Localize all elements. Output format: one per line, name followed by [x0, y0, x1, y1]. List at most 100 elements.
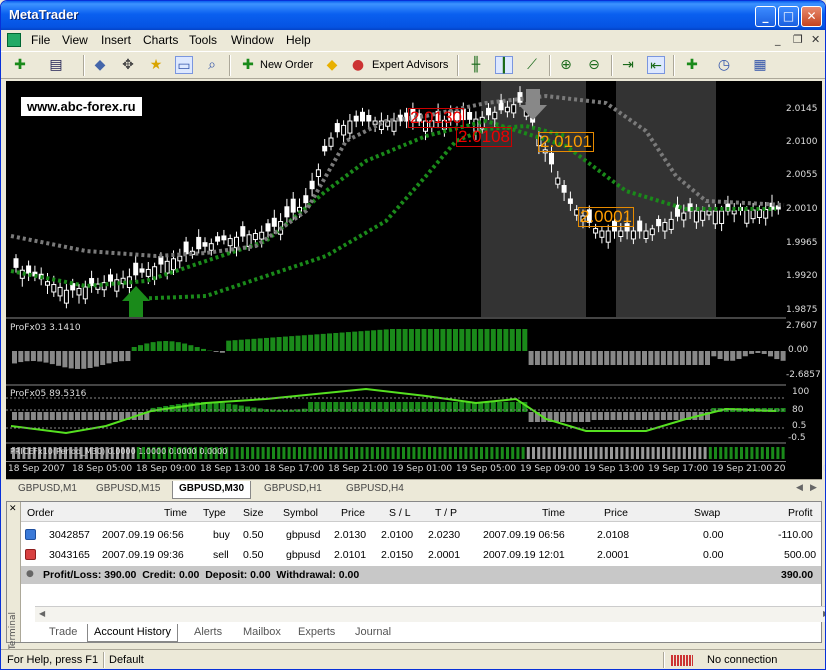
tab-trade[interactable]: Trade: [43, 624, 83, 642]
menu-window[interactable]: Window: [231, 33, 274, 47]
menu-charts[interactable]: Charts: [143, 33, 178, 47]
col-swap[interactable]: Swap: [694, 507, 720, 519]
chart-tabs: GBPUSD,M1 GBPUSD,M15 GBPUSD,M30 GBPUSD,H…: [6, 479, 822, 499]
title-bar[interactable]: MetaTrader _ □ ✕: [1, 1, 825, 30]
col-order[interactable]: Order: [27, 507, 54, 519]
table-row[interactable]: 3043165 2007.09.19 09:36 sell 0.50 gbpus…: [21, 544, 821, 564]
price-chart[interactable]: www.abc-forex.ru 2.0130 2.0108 2.0101 2.…: [6, 81, 825, 479]
mdi-minimize-icon[interactable]: _: [775, 33, 781, 46]
candle-body: [630, 230, 636, 240]
time-tick: 18 Sep 21:00: [328, 464, 389, 474]
price-axis[interactable]: 2.0145 2.0100 2.0055 2.0010 1.9965 1.992…: [786, 81, 822, 479]
terminal-close-icon[interactable]: ✕: [9, 504, 17, 514]
histogram-bar: [106, 412, 112, 420]
market-watch-icon[interactable]: ◆: [91, 56, 109, 74]
tab-scroll-right-icon[interactable]: ▶: [810, 483, 817, 493]
profiles-icon[interactable]: ▤: [47, 56, 65, 74]
zoom-in-icon[interactable]: ⊕: [557, 56, 575, 74]
line-chart-icon[interactable]: ⟋: [523, 56, 541, 74]
close-button[interactable]: ✕: [801, 6, 822, 27]
menu-tools[interactable]: Tools: [189, 33, 217, 47]
tab-alerts[interactable]: Alerts: [188, 624, 228, 642]
col-type[interactable]: Type: [203, 507, 226, 519]
candle-body: [706, 210, 712, 216]
maximize-button[interactable]: □: [778, 6, 799, 27]
tab-experts[interactable]: Experts: [292, 624, 341, 642]
histogram-bar: [245, 339, 251, 351]
tab-gbpusd-h1[interactable]: GBPUSD,H1: [258, 481, 328, 499]
col-close-price[interactable]: Price: [604, 507, 628, 519]
histogram-bar: [266, 447, 270, 459]
histogram-bar: [656, 447, 660, 459]
histogram-bar: [616, 351, 622, 365]
col-symbol[interactable]: Symbol: [283, 507, 318, 519]
zoom-out-icon[interactable]: ⊖: [585, 56, 603, 74]
menu-help[interactable]: Help: [286, 33, 311, 47]
menu-view[interactable]: View: [62, 33, 88, 47]
table-row[interactable]: 3042857 2007.09.19 06:56 buy 0.50 gbpusd…: [21, 524, 821, 544]
candle-body: [208, 243, 214, 251]
histogram-bar: [521, 447, 525, 459]
candle-body: [656, 219, 662, 227]
new-order-button[interactable]: New Order: [260, 59, 313, 71]
buy-order-icon: [25, 529, 36, 540]
col-time[interactable]: Time: [164, 507, 187, 519]
tab-journal[interactable]: Journal: [349, 624, 397, 642]
histogram-bar: [578, 447, 582, 459]
candlestick-icon[interactable]: ┃: [495, 56, 513, 74]
tab-account-history[interactable]: Account History: [87, 624, 179, 642]
terminal-icon[interactable]: ▭: [175, 56, 193, 74]
summary-icon: ●: [26, 569, 34, 579]
new-chart-icon[interactable]: ✚: [11, 56, 29, 74]
mdi-close-icon[interactable]: ✕: [811, 33, 820, 46]
tab-gbpusd-m30[interactable]: GBPUSD,M30: [172, 481, 252, 499]
indicators-icon[interactable]: ✚: [683, 56, 701, 74]
col-profit[interactable]: Profit: [788, 507, 813, 519]
col-price[interactable]: Price: [341, 507, 365, 519]
menu-insert[interactable]: Insert: [101, 33, 131, 47]
histogram-bar: [43, 412, 49, 420]
navigator-icon[interactable]: ★: [147, 56, 165, 74]
buy-arrow-icon: [122, 286, 150, 317]
chart-window-icon[interactable]: [7, 33, 21, 47]
time-tick: 19 Sep 17:00: [648, 464, 709, 474]
tab-mailbox[interactable]: Mailbox: [237, 624, 287, 642]
bar-chart-icon[interactable]: ╫: [467, 56, 485, 74]
histogram-bar: [679, 351, 685, 365]
histogram-bar: [175, 342, 181, 351]
histogram-bar: [376, 447, 379, 459]
tab-gbpusd-m15[interactable]: GBPUSD,M15: [90, 481, 166, 499]
tester-icon[interactable]: ⌕: [203, 56, 221, 74]
expert-advisors-button[interactable]: Expert Advisors: [372, 59, 448, 71]
periods-icon[interactable]: ◷: [715, 56, 733, 74]
histogram-bar: [469, 447, 473, 459]
horizontal-scrollbar[interactable]: ◀ ▶: [35, 606, 825, 622]
col-tp[interactable]: T / P: [435, 507, 457, 519]
templates-icon[interactable]: ▦: [751, 56, 769, 74]
chart-shift-icon[interactable]: ⇤: [647, 56, 665, 74]
new-order-icon[interactable]: ✚: [239, 56, 257, 74]
alert-icon[interactable]: ◆: [323, 56, 341, 74]
histogram-bar: [93, 412, 99, 420]
tab-scroll-left-icon[interactable]: ◀: [796, 483, 803, 493]
tab-gbpusd-h4[interactable]: GBPUSD,H4: [340, 481, 410, 499]
auto-scroll-icon[interactable]: ⇥: [619, 56, 637, 74]
terminal-label: Terminal: [8, 612, 18, 651]
histogram-bar: [717, 351, 723, 360]
col-size[interactable]: Size: [243, 507, 263, 519]
time-tick: 19 Sep 21:00: [712, 464, 773, 474]
menu-file[interactable]: File: [31, 33, 50, 47]
col-sl[interactable]: S / L: [389, 507, 411, 519]
mdi-restore-icon[interactable]: ❐: [793, 33, 803, 46]
histogram-bar: [428, 447, 431, 459]
col-close-time[interactable]: Time: [542, 507, 565, 519]
candle-body: [700, 210, 706, 221]
data-window-icon[interactable]: ✥: [119, 56, 137, 74]
histogram-bar: [339, 447, 343, 459]
minimize-button[interactable]: _: [755, 6, 776, 27]
expert-advisors-icon[interactable]: ●: [349, 56, 367, 74]
candle-body: [227, 238, 233, 247]
scroll-left-icon[interactable]: ◀: [39, 609, 45, 618]
tab-gbpusd-m1[interactable]: GBPUSD,M1: [12, 481, 83, 499]
histogram-bar: [648, 351, 654, 365]
